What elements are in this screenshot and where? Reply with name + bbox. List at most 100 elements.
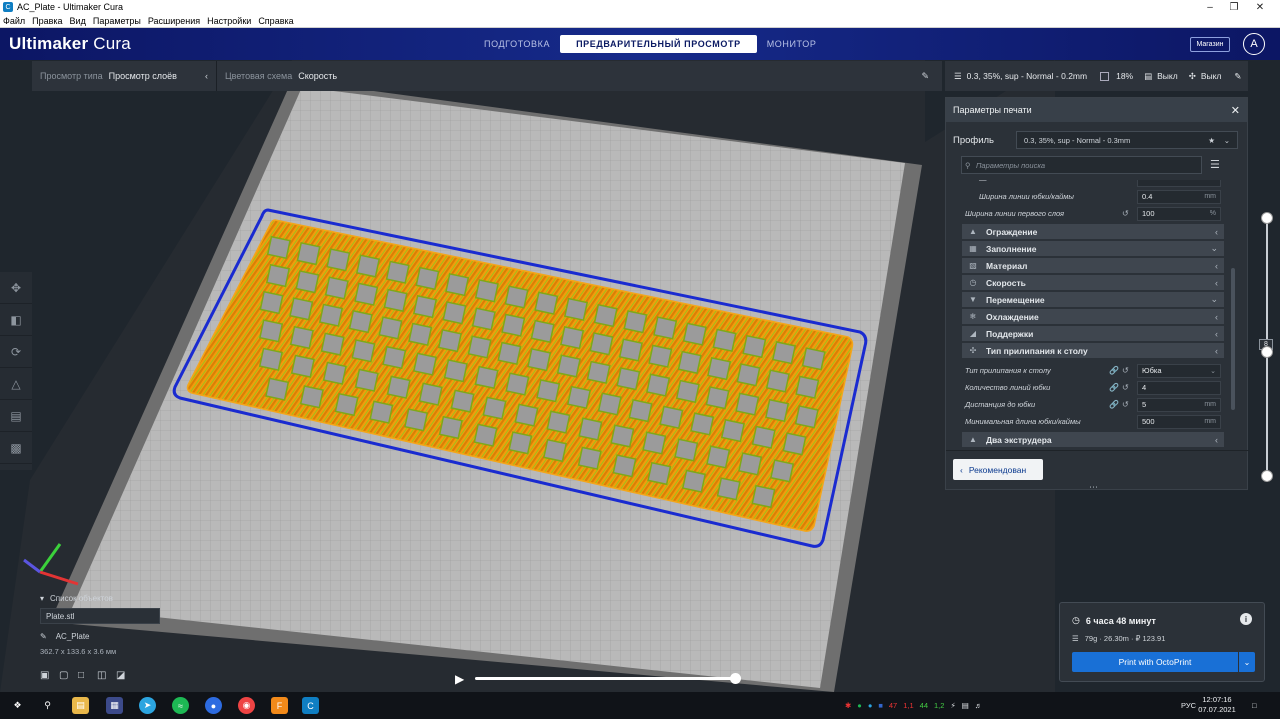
menu-help[interactable]: Справка xyxy=(258,16,293,26)
settings-list: — Ширина линии юбки/каймы 0.4mm Ширина л… xyxy=(959,180,1225,450)
link-icon[interactable]: 🔗 xyxy=(1109,366,1119,375)
reset-icon[interactable]: ↺ xyxy=(1122,400,1129,409)
move-tool-icon[interactable]: ✥ xyxy=(0,272,32,304)
category-speed[interactable]: ◷ Скорость ‹ xyxy=(962,275,1224,290)
tray-app-icon[interactable]: ✱ xyxy=(845,701,851,710)
file-explorer-icon[interactable]: ▤ xyxy=(72,697,89,714)
keyhole xyxy=(682,322,707,346)
taskbar: ❖ ⚲ ▤ ▦ ➤ ≈ ● ◉ F C ✱ ● ● ■ 47 1,1 44 1,… xyxy=(0,692,1280,719)
resize-handle-icon[interactable]: ⋯ xyxy=(1089,482,1098,493)
bluetooth-icon[interactable]: ⚡ xyxy=(950,701,955,710)
menu-edit[interactable]: Правка xyxy=(32,16,62,26)
category-infill[interactable]: ▦ Заполнение ⌄ xyxy=(962,241,1224,256)
tab-monitor[interactable]: МОНИТОР xyxy=(757,35,827,53)
right-view-icon[interactable]: ◪ xyxy=(116,670,127,681)
settings-scrollbar[interactable] xyxy=(1231,268,1235,410)
notifications-icon[interactable]: □ xyxy=(1252,692,1257,719)
account-button[interactable]: A xyxy=(1243,33,1265,55)
setting-adhesion-type[interactable]: Тип прилипания к столу 🔗 ↺ Юбка ⌄ xyxy=(959,362,1225,379)
keyhole xyxy=(404,408,429,432)
search-input[interactable]: ⚲ Параметры поиска xyxy=(961,156,1202,174)
play-icon[interactable]: ▶ xyxy=(455,672,465,686)
windows-start-icon[interactable]: ❖ xyxy=(9,697,26,714)
marketplace-button[interactable]: Магазин xyxy=(1190,37,1230,52)
fusion-icon[interactable]: F xyxy=(271,697,288,714)
cura-taskbar-icon[interactable]: C xyxy=(302,697,319,714)
settings-menu-icon[interactable]: ☰ xyxy=(1210,158,1222,172)
pencil-icon[interactable]: ✎ xyxy=(40,632,47,641)
chevron-left-icon[interactable]: ‹ xyxy=(205,71,208,81)
color-scheme-selector[interactable]: Цветовая схема Скорость ✎ xyxy=(217,61,937,91)
menu-extensions[interactable]: Расширения xyxy=(148,16,200,26)
print-setup-summary[interactable]: ☰ 0.3, 35%, sup - Normal - 0.2mm 18% ▤ В… xyxy=(945,61,1248,91)
support-blocker-icon[interactable]: ▩ xyxy=(0,432,32,464)
mirror-tool-icon[interactable]: △ xyxy=(0,368,32,400)
setting-row-partial[interactable]: — xyxy=(959,180,1225,188)
object-list-header[interactable]: ▾ Список объектов xyxy=(40,594,240,603)
search-icon[interactable]: ⚲ xyxy=(39,697,56,714)
edit-icon[interactable]: ✎ xyxy=(1234,71,1241,82)
reset-icon[interactable]: ↺ xyxy=(1122,209,1129,218)
scale-tool-icon[interactable]: ◧ xyxy=(0,304,32,336)
network-icon[interactable]: ▤ xyxy=(962,701,969,710)
spotify-icon[interactable]: ≈ xyxy=(172,697,189,714)
keyhole xyxy=(473,423,498,447)
menu-file[interactable]: Файл xyxy=(3,16,25,26)
category-shell[interactable]: ▲ Ограждение ‹ xyxy=(962,224,1224,239)
chevron-down-icon[interactable]: ⌄ xyxy=(1239,652,1255,672)
telegram-icon[interactable]: ➤ xyxy=(139,697,156,714)
telegram-tray-icon[interactable]: ● xyxy=(868,701,873,710)
setting-skirt-line-width[interactable]: Ширина линии юбки/каймы 0.4 mm xyxy=(959,188,1225,205)
front-view-icon[interactable]: ▢ xyxy=(59,670,70,681)
menu-view[interactable]: Вид xyxy=(70,16,86,26)
rotate-tool-icon[interactable]: ⟳ xyxy=(0,336,32,368)
view-type-selector[interactable]: Просмотр типа Просмотр слоёв ‹ xyxy=(32,61,216,91)
reset-icon[interactable]: ↺ xyxy=(1122,366,1129,375)
reset-icon[interactable]: ↺ xyxy=(1122,383,1129,392)
tab-preview[interactable]: ПРЕДВАРИТЕЛЬНЫЙ ПРОСМОТР xyxy=(560,35,757,53)
spotify-tray-icon[interactable]: ● xyxy=(857,701,862,710)
menu-settings[interactable]: Параметры xyxy=(93,16,141,26)
per-model-settings-icon[interactable]: ▤ xyxy=(0,400,32,432)
setting-skirt-min-length[interactable]: Минимальная длина юбки/каймы 500 mm xyxy=(959,413,1225,430)
object-list-item[interactable]: Plate.stl xyxy=(40,608,160,624)
left-view-icon[interactable]: ◫ xyxy=(97,670,108,681)
tray-icon[interactable]: ■ xyxy=(878,701,883,710)
category-support[interactable]: ◢ Поддержки ‹ xyxy=(962,326,1224,341)
path-progress-handle[interactable] xyxy=(730,673,741,684)
adhesion-type-select[interactable]: Юбка ⌄ xyxy=(1137,363,1221,378)
setting-initial-layer-line-width[interactable]: Ширина линии первого слоя ↺ 100% xyxy=(959,205,1225,222)
link-icon[interactable]: 🔗 xyxy=(1109,383,1119,392)
clock[interactable]: 12:07:16 07.07.2021 xyxy=(1196,695,1238,715)
layer-slider-bottom-handle[interactable] xyxy=(1261,470,1273,482)
recommended-button[interactable]: ‹ Рекомендован xyxy=(953,459,1043,480)
category-dual-extrusion[interactable]: ▲ Два экструдера ‹ xyxy=(962,432,1224,447)
info-icon[interactable]: i xyxy=(1240,613,1252,625)
profile-select[interactable]: 0.3, 35%, sup - Normal - 0.3mm ★ ⌄ xyxy=(1016,131,1238,149)
close-icon[interactable]: ✕ xyxy=(1231,104,1240,117)
category-travel[interactable]: ▼ Перемещение ⌄ xyxy=(962,292,1224,307)
setting-skirt-distance[interactable]: Дистанция до юбки 🔗 ↺ 5 mm xyxy=(959,396,1225,413)
setting-skirt-line-count[interactable]: Количество линий юбки 🔗 ↺ 4 xyxy=(959,379,1225,396)
category-cooling[interactable]: ❄ Охлаждение ‹ xyxy=(962,309,1224,324)
print-with-octoprint-button[interactable]: Print with OctoPrint xyxy=(1072,652,1238,672)
layer-slider-current-handle[interactable] xyxy=(1261,345,1273,358)
3d-view-icon[interactable]: ▣ xyxy=(40,670,51,681)
category-adhesion[interactable]: ✣ Тип прилипания к столу ‹ xyxy=(962,343,1224,358)
close-window-icon[interactable]: ✕ xyxy=(1240,0,1280,14)
layer-slider-top-handle[interactable] xyxy=(1261,212,1273,224)
calculator-icon[interactable]: ▦ xyxy=(106,697,123,714)
menu-preferences[interactable]: Настройки xyxy=(207,16,251,26)
volume-icon[interactable]: ♬ xyxy=(975,701,983,710)
pencil-icon[interactable]: ✎ xyxy=(921,71,929,82)
app-icon[interactable]: ● xyxy=(205,697,222,714)
star-icon[interactable]: ★ xyxy=(1208,136,1215,145)
top-view-icon[interactable]: □ xyxy=(78,670,89,681)
path-progress-track[interactable] xyxy=(475,677,737,680)
chrome-icon[interactable]: ◉ xyxy=(238,697,255,714)
language-indicator[interactable]: РУС xyxy=(1181,692,1196,719)
keyhole xyxy=(497,341,522,366)
category-material[interactable]: ▧ Материал ‹ xyxy=(962,258,1224,273)
tab-prepare[interactable]: ПОДГОТОВКА xyxy=(474,35,560,53)
link-icon[interactable]: 🔗 xyxy=(1109,400,1119,409)
